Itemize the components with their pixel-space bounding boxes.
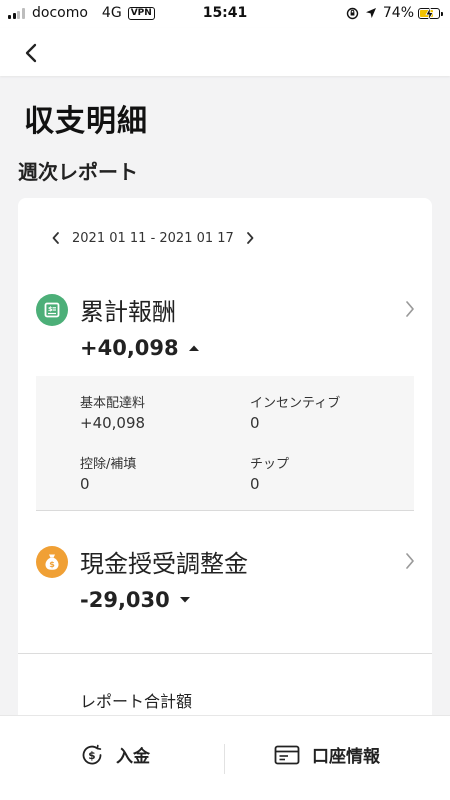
status-left: docomo 4G VPN xyxy=(8,5,155,21)
tip-value: 0 xyxy=(250,475,260,493)
cash-adjustment-value: -29,030 xyxy=(80,588,170,612)
money-bag-icon: $ xyxy=(36,546,68,578)
base-fee-item: 基本配達料 +40,098 xyxy=(80,392,250,432)
base-fee-value: +40,098 xyxy=(80,414,146,432)
card-icon xyxy=(274,745,300,764)
incentive-value: 0 xyxy=(250,414,260,432)
deduction-value: 0 xyxy=(80,475,90,493)
svg-text:$: $ xyxy=(48,305,53,313)
week-range: 2021 01 11 - 2021 01 17 xyxy=(72,230,234,246)
chevron-left-icon xyxy=(25,43,37,63)
battery-icon xyxy=(418,6,443,21)
battery-percent: 74% xyxy=(382,5,414,21)
weekly-report-card: 2021 01 11 - 2021 01 17 $ 累計報酬 +40,098 基… xyxy=(18,198,432,800)
week-selector: 2021 01 11 - 2021 01 17 xyxy=(48,228,258,248)
chevron-left-icon xyxy=(52,232,59,244)
status-right: 74% xyxy=(346,5,443,21)
app-screen: docomo 4G VPN 15:41 74% 収支明細 週次レポート 2021… xyxy=(0,0,450,800)
svg-text:$: $ xyxy=(49,560,55,569)
section-title: 週次レポート xyxy=(18,160,138,184)
base-fee-label: 基本配達料 xyxy=(80,396,146,411)
orientation-lock-icon xyxy=(346,7,359,20)
prev-week-button[interactable] xyxy=(48,228,64,248)
network-type: 4G xyxy=(101,5,122,21)
next-week-button[interactable] xyxy=(242,228,258,248)
carrier-name: docomo xyxy=(32,5,88,21)
earnings-row[interactable]: $ 累計報酬 xyxy=(36,290,416,330)
deposit-button[interactable]: $ 入金 xyxy=(80,742,150,767)
chevron-right-icon xyxy=(404,299,416,323)
charging-bolt-icon xyxy=(425,6,434,21)
report-total-label: レポート合計額 xyxy=(80,692,193,711)
page-title: 収支明細 xyxy=(24,104,148,139)
receipt-icon: $ xyxy=(36,294,68,326)
account-info-label: 口座情報 xyxy=(312,747,380,767)
caret-up-icon xyxy=(188,344,200,352)
status-bar: docomo 4G VPN 15:41 74% xyxy=(0,0,450,28)
bottom-action-bar: $ 入金 口座情報 xyxy=(0,715,450,800)
deduction-item: 控除/補填 0 xyxy=(80,453,250,493)
incentive-label: インセンティブ xyxy=(250,396,341,411)
tip-item: チップ 0 xyxy=(250,453,420,493)
bottom-bar-divider xyxy=(224,744,225,774)
deduction-label: 控除/補填 xyxy=(80,457,137,472)
nav-header xyxy=(0,28,450,76)
caret-down-icon xyxy=(179,596,191,604)
cash-adjustment-label: 現金授受調整金 xyxy=(80,550,248,578)
chevron-right-icon xyxy=(404,551,416,575)
location-arrow-icon xyxy=(365,7,377,19)
cash-adjustment-amount: -29,030 xyxy=(80,588,191,612)
account-info-button[interactable]: 口座情報 xyxy=(274,742,380,767)
tip-label: チップ xyxy=(250,457,290,472)
cash-adjustment-row[interactable]: $ 現金授受調整金 xyxy=(36,542,416,582)
back-button[interactable] xyxy=(16,38,46,68)
vpn-badge: VPN xyxy=(127,6,155,20)
earnings-amount: +40,098 xyxy=(80,336,200,360)
signal-strength-icon xyxy=(8,7,26,19)
dollar-circle-icon: $ xyxy=(82,744,102,764)
earnings-label: 累計報酬 xyxy=(80,298,176,326)
section-divider xyxy=(18,653,432,654)
deposit-label: 入金 xyxy=(116,747,150,767)
incentive-item: インセンティブ 0 xyxy=(250,392,420,432)
svg-text:$: $ xyxy=(88,750,95,762)
earnings-breakdown: 基本配達料 +40,098 インセンティブ 0 控除/補填 0 チップ 0 xyxy=(36,376,414,511)
earnings-amount-value: +40,098 xyxy=(80,336,179,360)
chevron-right-icon xyxy=(246,232,254,244)
